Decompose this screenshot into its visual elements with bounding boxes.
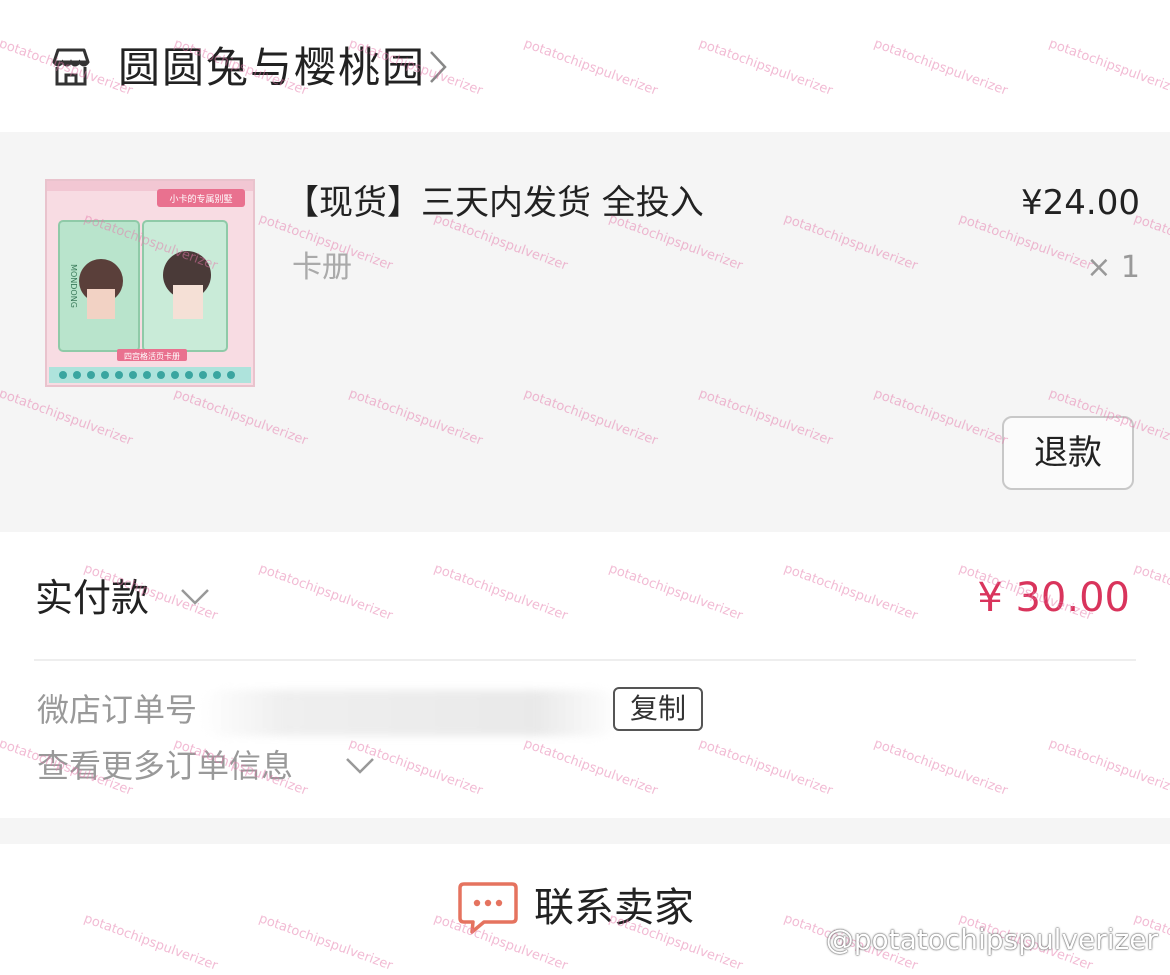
contact-seller-label[interactable]: 联系卖家 xyxy=(534,880,694,936)
product-variant: 卡册 xyxy=(292,250,352,285)
watermark-text: potatochipspulverizer xyxy=(606,561,745,624)
more-order-info-link[interactable]: 查看更多订单信息 xyxy=(37,744,293,788)
chevron-down-icon[interactable] xyxy=(180,586,210,608)
product-thumbnail[interactable]: 小卡的专属别墅 四宫格活页卡册 MONDONG xyxy=(45,179,255,387)
paid-amount-label[interactable]: 实付款 xyxy=(35,572,149,624)
thumbnail-book-text: MONDONG xyxy=(69,264,78,308)
shop-name[interactable]: 圆圆兔与樱桃园 xyxy=(118,40,426,96)
store-icon xyxy=(52,48,90,86)
thumbnail-footer-text: 四宫格活页卡册 xyxy=(124,351,180,361)
paid-amount-value: ¥ 30.00 xyxy=(977,575,1130,621)
divider xyxy=(34,659,1136,661)
order-number-label: 微店订单号 xyxy=(37,691,198,729)
watermark-text: potatochipspulverizer xyxy=(871,736,1010,799)
copy-button[interactable]: 复制 xyxy=(613,687,703,731)
chevron-down-icon[interactable] xyxy=(345,756,375,776)
product-image: 小卡的专属别墅 四宫格活页卡册 MONDONG xyxy=(47,181,253,385)
watermark-text: potatochipspulverizer xyxy=(781,561,920,624)
order-detail-page: 圆圆兔与樱桃园 小卡的专属别墅 四宫格活页卡册 MONDONG 【现货】三天内发… xyxy=(0,0,1170,975)
product-item[interactable]: 小卡的专属别墅 四宫格活页卡册 MONDONG 【现货】三天内发货 全投入 卡册… xyxy=(0,132,1170,532)
product-price: ¥24.00 xyxy=(1021,183,1140,223)
weibo-logo-icon xyxy=(781,928,815,955)
section-separator xyxy=(0,818,1170,844)
watermark-text: potatochipspulverizer xyxy=(256,911,395,974)
chevron-right-icon[interactable] xyxy=(428,50,448,84)
watermark-text: potatochipspulverizer xyxy=(431,561,570,624)
order-number-redacted xyxy=(200,690,620,736)
weibo-watermark: @potatochipspulverizer xyxy=(781,923,1158,963)
watermark-text: potatochipspulverizer xyxy=(521,736,660,799)
chat-bubble-icon xyxy=(458,882,518,934)
contact-seller-button[interactable]: 联系卖家 xyxy=(458,878,718,940)
watermark-text: potatochipspulverizer xyxy=(256,561,395,624)
product-title[interactable]: 【现货】三天内发货 全投入 xyxy=(285,180,704,226)
watermark-text: potatochipspulverizer xyxy=(81,911,220,974)
watermark-text: potatochipspulverizer xyxy=(1131,561,1170,624)
watermark-text: potatochipspulverizer xyxy=(696,736,835,799)
thumbnail-banner-text: 小卡的专属别墅 xyxy=(169,193,232,205)
watermark-text: potatochipspulverizer xyxy=(1046,736,1170,799)
product-quantity: × 1 xyxy=(1086,250,1140,285)
shop-header[interactable]: 圆圆兔与樱桃园 xyxy=(0,0,1170,130)
refund-button[interactable]: 退款 xyxy=(1002,416,1134,490)
weibo-handle: @potatochipspulverizer xyxy=(825,923,1158,956)
